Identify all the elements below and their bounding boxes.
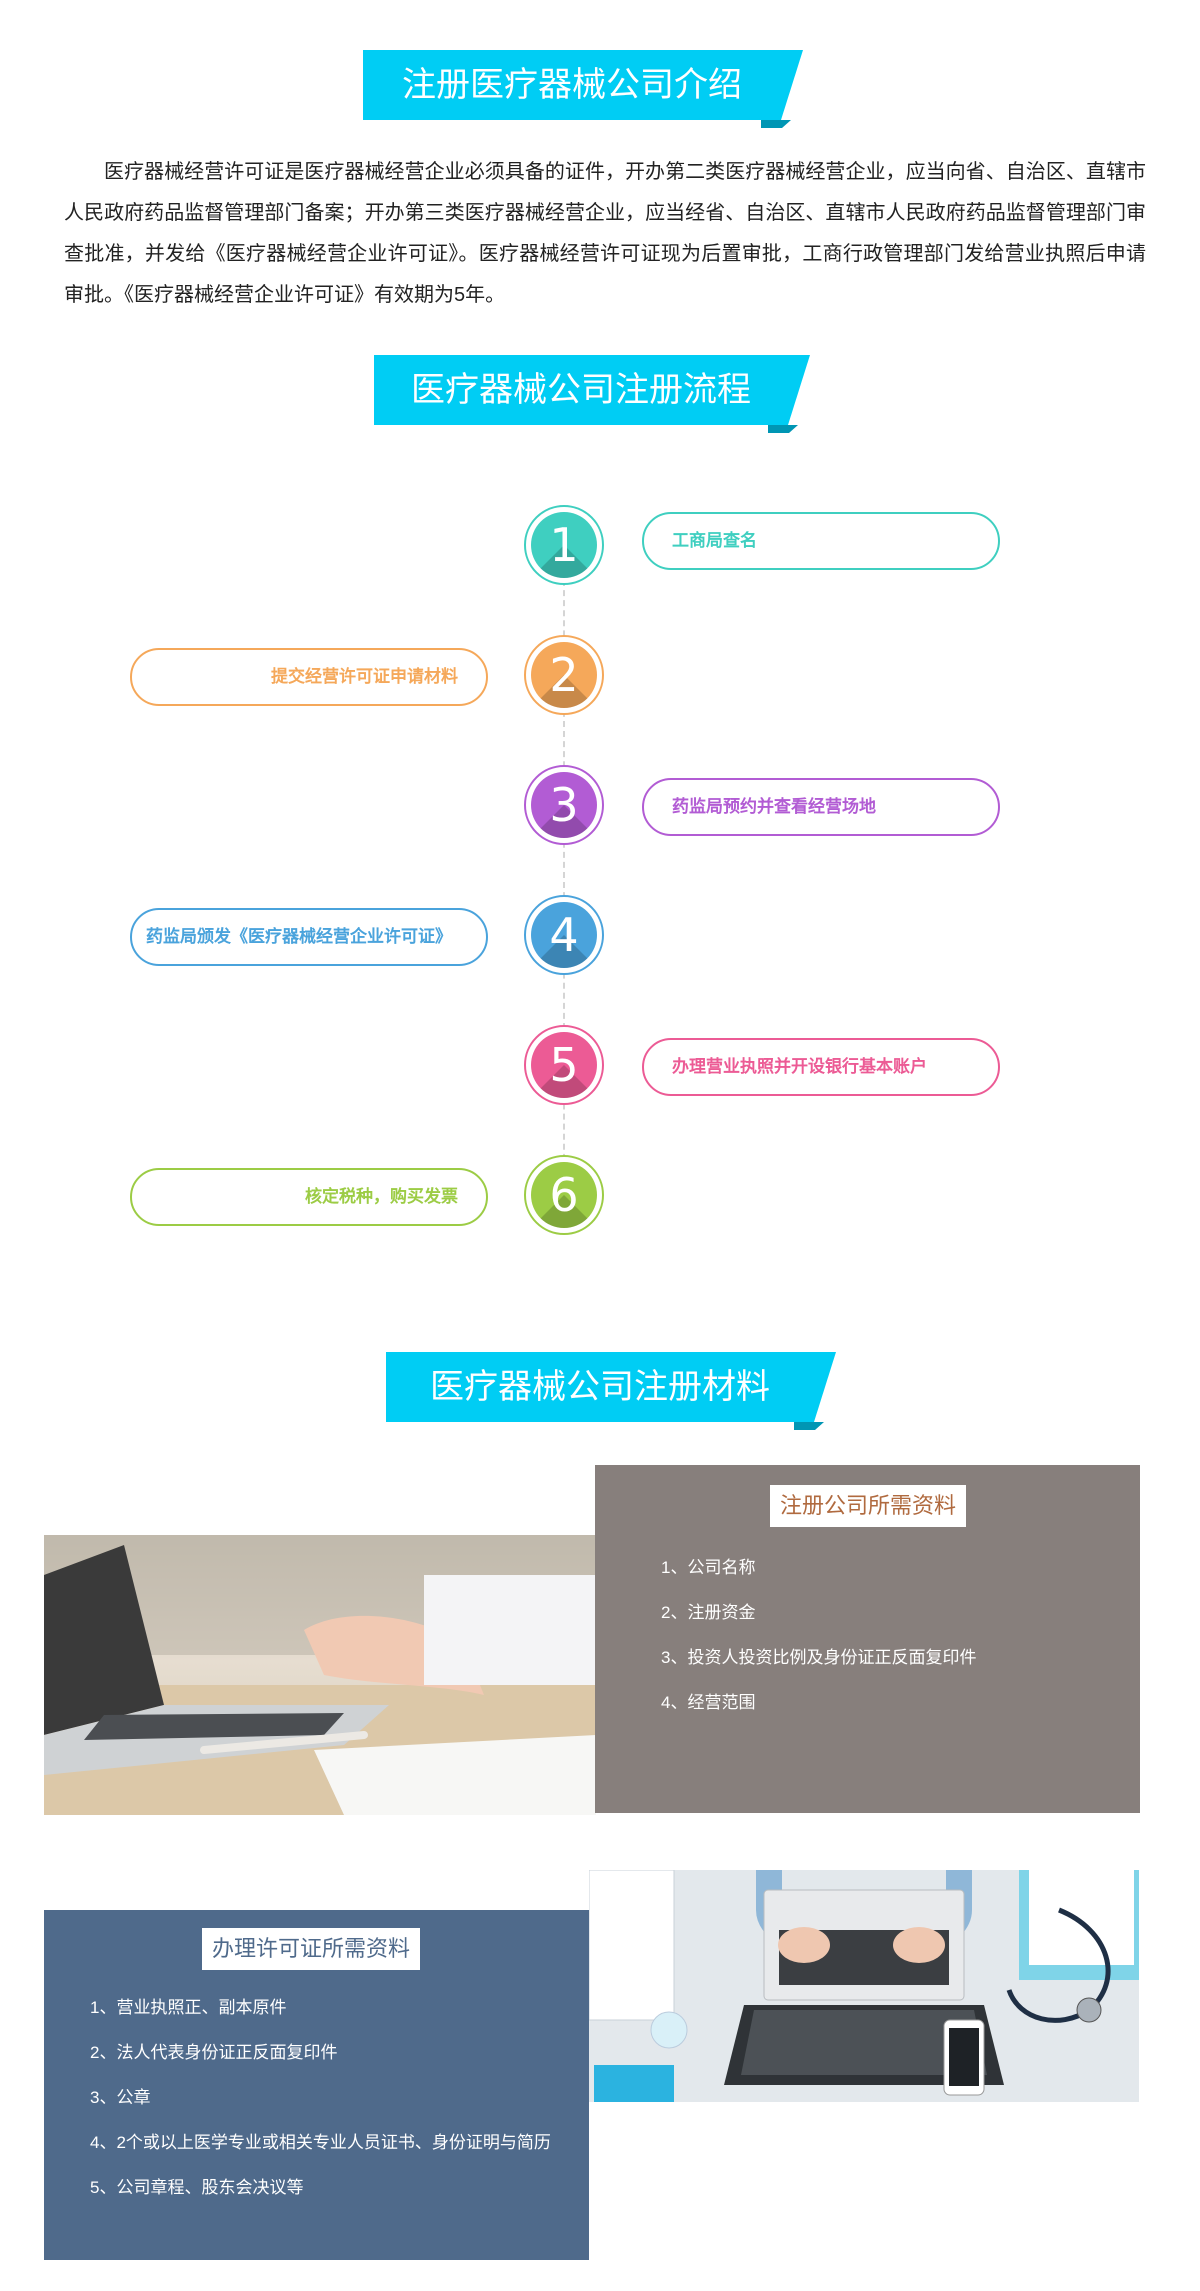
step-3-box: 药监局预约并查看经营场地 bbox=[642, 778, 1000, 836]
company-materials-list: 1、公司名称 2、注册资金 3、投资人投资比例及身份证正反面复印件 4、经营范围 bbox=[661, 1545, 976, 1725]
step-3-label: 药监局预约并查看经营场地 bbox=[672, 797, 876, 816]
laptop-photo bbox=[44, 1535, 596, 1815]
step-3-number: 3 bbox=[549, 778, 579, 832]
company-item-4: 4、经营范围 bbox=[661, 1693, 756, 1712]
license-item-3: 3、公章 bbox=[90, 2088, 151, 2107]
company-item-3: 3、投资人投资比例及身份证正反面复印件 bbox=[661, 1648, 977, 1667]
step-5-label: 办理营业执照并开设银行基本账户 bbox=[672, 1057, 927, 1076]
intro-banner: 注册医疗器械公司介绍 bbox=[363, 50, 803, 128]
step-5-number: 5 bbox=[549, 1038, 579, 1092]
step-2-number: 2 bbox=[549, 648, 579, 702]
company-materials-panel: 注册公司所需资料 1、公司名称 2、注册资金 3、投资人投资比例及身份证正反面复… bbox=[595, 1465, 1140, 1813]
license-item-4: 4、2个或以上医学专业或相关专业人员证书、身份证明与简历 bbox=[90, 2133, 551, 2152]
materials-title: 医疗器械公司注册材料 bbox=[430, 1368, 770, 1406]
step-2-label: 提交经营许可证申请材料 bbox=[271, 667, 458, 686]
materials-banner: 医疗器械公司注册材料 bbox=[386, 1352, 836, 1430]
intro-paragraph: 医疗器械经营许可证是医疗器械经营企业必须具备的证件，开办第二类医疗器械经营企业，… bbox=[64, 161, 1146, 306]
step-4-number: 4 bbox=[549, 908, 579, 962]
license-materials-panel: 办理许可证所需资料 1、营业执照正、副本原件 2、法人代表身份证正反面复印件 3… bbox=[44, 1910, 589, 2260]
intro-title: 注册医疗器械公司介绍 bbox=[402, 66, 742, 104]
license-materials-list: 1、营业执照正、副本原件 2、法人代表身份证正反面复印件 3、公章 4、2个或以… bbox=[90, 1985, 551, 2210]
company-item-1: 1、公司名称 bbox=[661, 1558, 756, 1577]
step-1-label: 工商局查名 bbox=[672, 531, 757, 550]
process-title: 医疗器械公司注册流程 bbox=[411, 371, 751, 409]
step-6-circle: 6 bbox=[524, 1155, 604, 1235]
step-2-circle: 2 bbox=[524, 635, 604, 715]
license-materials-title: 办理许可证所需资料 bbox=[202, 1928, 421, 1970]
step-1-box: 工商局查名 bbox=[642, 512, 1000, 570]
step-5-circle: 5 bbox=[524, 1025, 604, 1105]
step-6-label: 核定税种，购买发票 bbox=[305, 1187, 458, 1206]
step-3-circle: 3 bbox=[524, 765, 604, 845]
company-materials-title: 注册公司所需资料 bbox=[770, 1485, 967, 1527]
company-item-2: 2、注册资金 bbox=[661, 1603, 756, 1622]
step-4-box: 药监局颁发《医疗器械经营企业许可证》 bbox=[130, 908, 488, 966]
doctor-laptop-photo bbox=[589, 1870, 1139, 2102]
process-banner: 医疗器械公司注册流程 bbox=[374, 355, 810, 433]
step-4-circle: 4 bbox=[524, 895, 604, 975]
step-5-box: 办理营业执照并开设银行基本账户 bbox=[642, 1038, 1000, 1096]
step-1-number: 1 bbox=[549, 518, 579, 572]
license-item-5: 5、公司章程、股东会决议等 bbox=[90, 2178, 304, 2197]
license-item-1: 1、营业执照正、副本原件 bbox=[90, 1998, 287, 2017]
step-6-box: 核定税种，购买发票 bbox=[130, 1168, 488, 1226]
step-1-circle: 1 bbox=[524, 505, 604, 585]
license-item-2: 2、法人代表身份证正反面复印件 bbox=[90, 2043, 338, 2062]
step-6-number: 6 bbox=[549, 1168, 579, 1222]
step-4-label: 药监局颁发《医疗器械经营企业许可证》 bbox=[146, 927, 452, 946]
step-2-box: 提交经营许可证申请材料 bbox=[130, 648, 488, 706]
